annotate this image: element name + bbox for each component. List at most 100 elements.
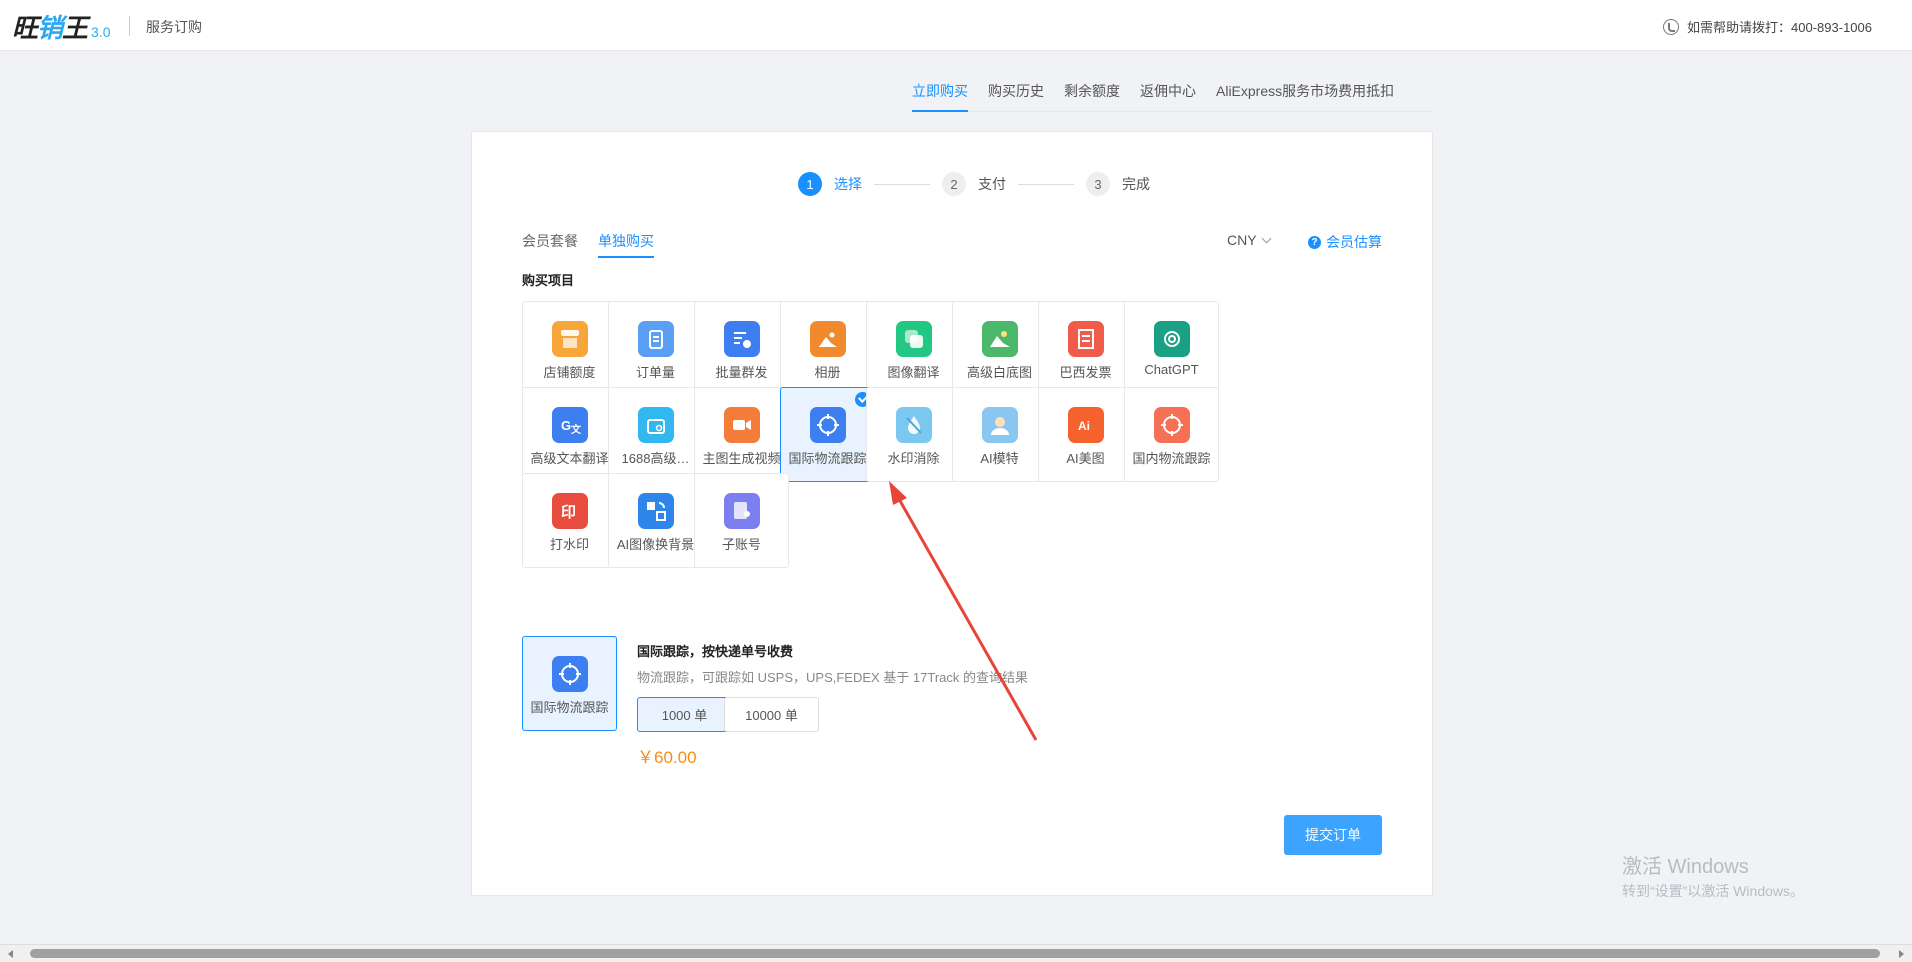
clipboard-icon: [637, 321, 674, 357]
image-icon: [809, 321, 846, 357]
scroll-left-icon[interactable]: [8, 950, 13, 958]
currency-select[interactable]: CNY: [1227, 232, 1272, 248]
tile-label: AI模特: [980, 451, 1019, 466]
item-tile[interactable]: 水印消除: [866, 387, 961, 482]
top-tab[interactable]: AliExpress服务市场费用抵扣: [1216, 78, 1394, 112]
droplet-off-icon: [895, 407, 932, 443]
tile-label: 1688高级…: [621, 451, 690, 466]
logo-char: 旺: [12, 14, 38, 44]
item-tile[interactable]: 批量群发: [694, 301, 789, 396]
item-tile[interactable]: 主图生成视频: [694, 387, 789, 482]
item-tile[interactable]: ChatGPT: [1124, 301, 1219, 396]
item-tile[interactable]: 印打水印: [522, 473, 617, 568]
top-header: 旺销王 3.0 服务订购 如需帮助请拨打：400-893-1006: [0, 0, 1912, 51]
item-tile[interactable]: 店铺额度: [522, 301, 617, 396]
tile-label: AI美图: [1066, 451, 1105, 466]
tile-label: 子账号: [721, 537, 761, 552]
tile-label: 水印消除: [887, 451, 940, 466]
qty-option-1000[interactable]: 1000 单: [637, 697, 732, 732]
submit-order-button[interactable]: 提交订单: [1284, 815, 1382, 855]
item-tile[interactable]: Ai AI美图: [1038, 387, 1133, 482]
tab-single-purchase[interactable]: 单独购买: [598, 230, 654, 258]
item-tile[interactable]: AI图像换背景: [608, 473, 703, 568]
top-tab[interactable]: 返佣中心: [1140, 78, 1196, 112]
item-tile[interactable]: G 文高级文本翻译: [522, 387, 617, 482]
phone-icon: [1663, 18, 1680, 35]
step-connector: [874, 183, 930, 185]
step-pay: 2 支付: [942, 172, 1006, 196]
item-tile[interactable]: 高级白底图: [952, 301, 1047, 396]
qty-option-10000[interactable]: 10000 单: [724, 697, 819, 732]
item-tile[interactable]: 1688高级…: [608, 387, 703, 482]
header-divider: [129, 16, 130, 36]
chatgpt-icon: [1153, 321, 1190, 357]
item-tile[interactable]: 图像翻译: [866, 301, 961, 396]
item-tile[interactable]: 国际物流跟踪: [780, 387, 875, 482]
help-contact: 如需帮助请拨打：400-893-1006: [1663, 17, 1872, 36]
step-number: 2: [942, 172, 966, 196]
tile-label: 巴西发票: [1059, 365, 1112, 380]
tile-label: 主图生成视频: [702, 451, 781, 466]
logo-text: 旺销王: [12, 8, 88, 45]
tile-label: 店铺额度: [543, 365, 596, 380]
tile-label: 高级文本翻译: [530, 451, 609, 466]
app-logo[interactable]: 旺销王 3.0: [12, 8, 111, 45]
scroll-right-icon[interactable]: [1899, 950, 1904, 958]
scrollbar-thumb[interactable]: [30, 949, 1880, 958]
sub-account-icon: [723, 493, 760, 529]
membership-estimate-link[interactable]: ? 会员估算: [1308, 232, 1382, 252]
price: ￥60.00: [637, 748, 697, 767]
purchase-card: 1 选择 2 支付 3 完成 会员套餐 单独购买 CNY ? 会员估算 购买项目…: [471, 131, 1433, 896]
chevron-down-icon: [1261, 233, 1272, 243]
tracking-icon: [809, 407, 846, 443]
step-number: 3: [1086, 172, 1110, 196]
watermark-title: 激活 Windows: [1622, 856, 1749, 878]
tile-label: ChatGPT: [1144, 362, 1199, 377]
video-icon: [723, 407, 760, 443]
logo-version: 3.0: [91, 24, 111, 40]
windows-activation-watermark: 激活 Windows 转到“设置”以激活 Windows。: [1622, 850, 1804, 901]
tile-label: 订单量: [635, 365, 675, 380]
item-tile[interactable]: 订单量: [608, 301, 703, 396]
item-tile[interactable]: 巴西发票: [1038, 301, 1133, 396]
ai-icon: Ai: [1067, 407, 1104, 443]
question-icon: ?: [1308, 235, 1321, 249]
currency-value: CNY: [1227, 232, 1257, 248]
item-tile[interactable]: 子账号: [694, 473, 789, 568]
step-number: 1: [798, 172, 822, 196]
stamp-icon: 印: [551, 493, 588, 529]
tab-membership[interactable]: 会员套餐: [522, 230, 578, 258]
svg-text:Ai: Ai: [1078, 419, 1090, 433]
top-tab[interactable]: 立即购买: [912, 78, 968, 112]
tile-label: 国际物流跟踪: [788, 451, 867, 466]
top-tabs: 立即购买 购买历史 剩余额度 返佣中心 AliExpress服务市场费用抵扣: [912, 78, 1432, 112]
landscape-icon: [981, 321, 1018, 357]
tile-label: 国际物流跟踪: [530, 700, 609, 715]
swap-icon: [637, 493, 674, 529]
selected-item-tile: 国际物流跟踪: [522, 636, 617, 731]
step-connector: [1018, 183, 1074, 185]
invoice-icon: [1067, 321, 1104, 357]
svg-text:印: 印: [561, 503, 576, 521]
item-tile[interactable]: 国内物流跟踪: [1124, 387, 1219, 482]
app-title: 服务订购: [146, 19, 202, 35]
tile-label: 相册: [814, 365, 841, 380]
section-title: 购买项目: [522, 273, 575, 288]
help-text: 如需帮助请拨打：400-893-1006: [1687, 20, 1872, 35]
top-tab[interactable]: 购买历史: [988, 78, 1044, 112]
svg-text:文: 文: [571, 423, 582, 436]
item-tile[interactable]: AI模特: [952, 387, 1047, 482]
horizontal-scrollbar[interactable]: [0, 944, 1912, 962]
item-tile[interactable]: 相册: [780, 301, 875, 396]
tile-label: AI图像换背景: [616, 537, 695, 552]
translate-icon: G文: [551, 407, 588, 443]
tracking-domestic-icon: [1153, 407, 1190, 443]
svg-text:G: G: [561, 418, 571, 433]
tile-label: 打水印: [549, 537, 589, 552]
purchase-mode-tabs: 会员套餐 单独购买: [522, 230, 654, 258]
top-tab[interactable]: 剩余额度: [1064, 78, 1120, 112]
tile-label: 批量群发: [715, 365, 768, 380]
layers-icon: [895, 321, 932, 357]
tile-label: 国内物流跟踪: [1132, 451, 1211, 466]
step-label: 完成: [1122, 176, 1150, 192]
